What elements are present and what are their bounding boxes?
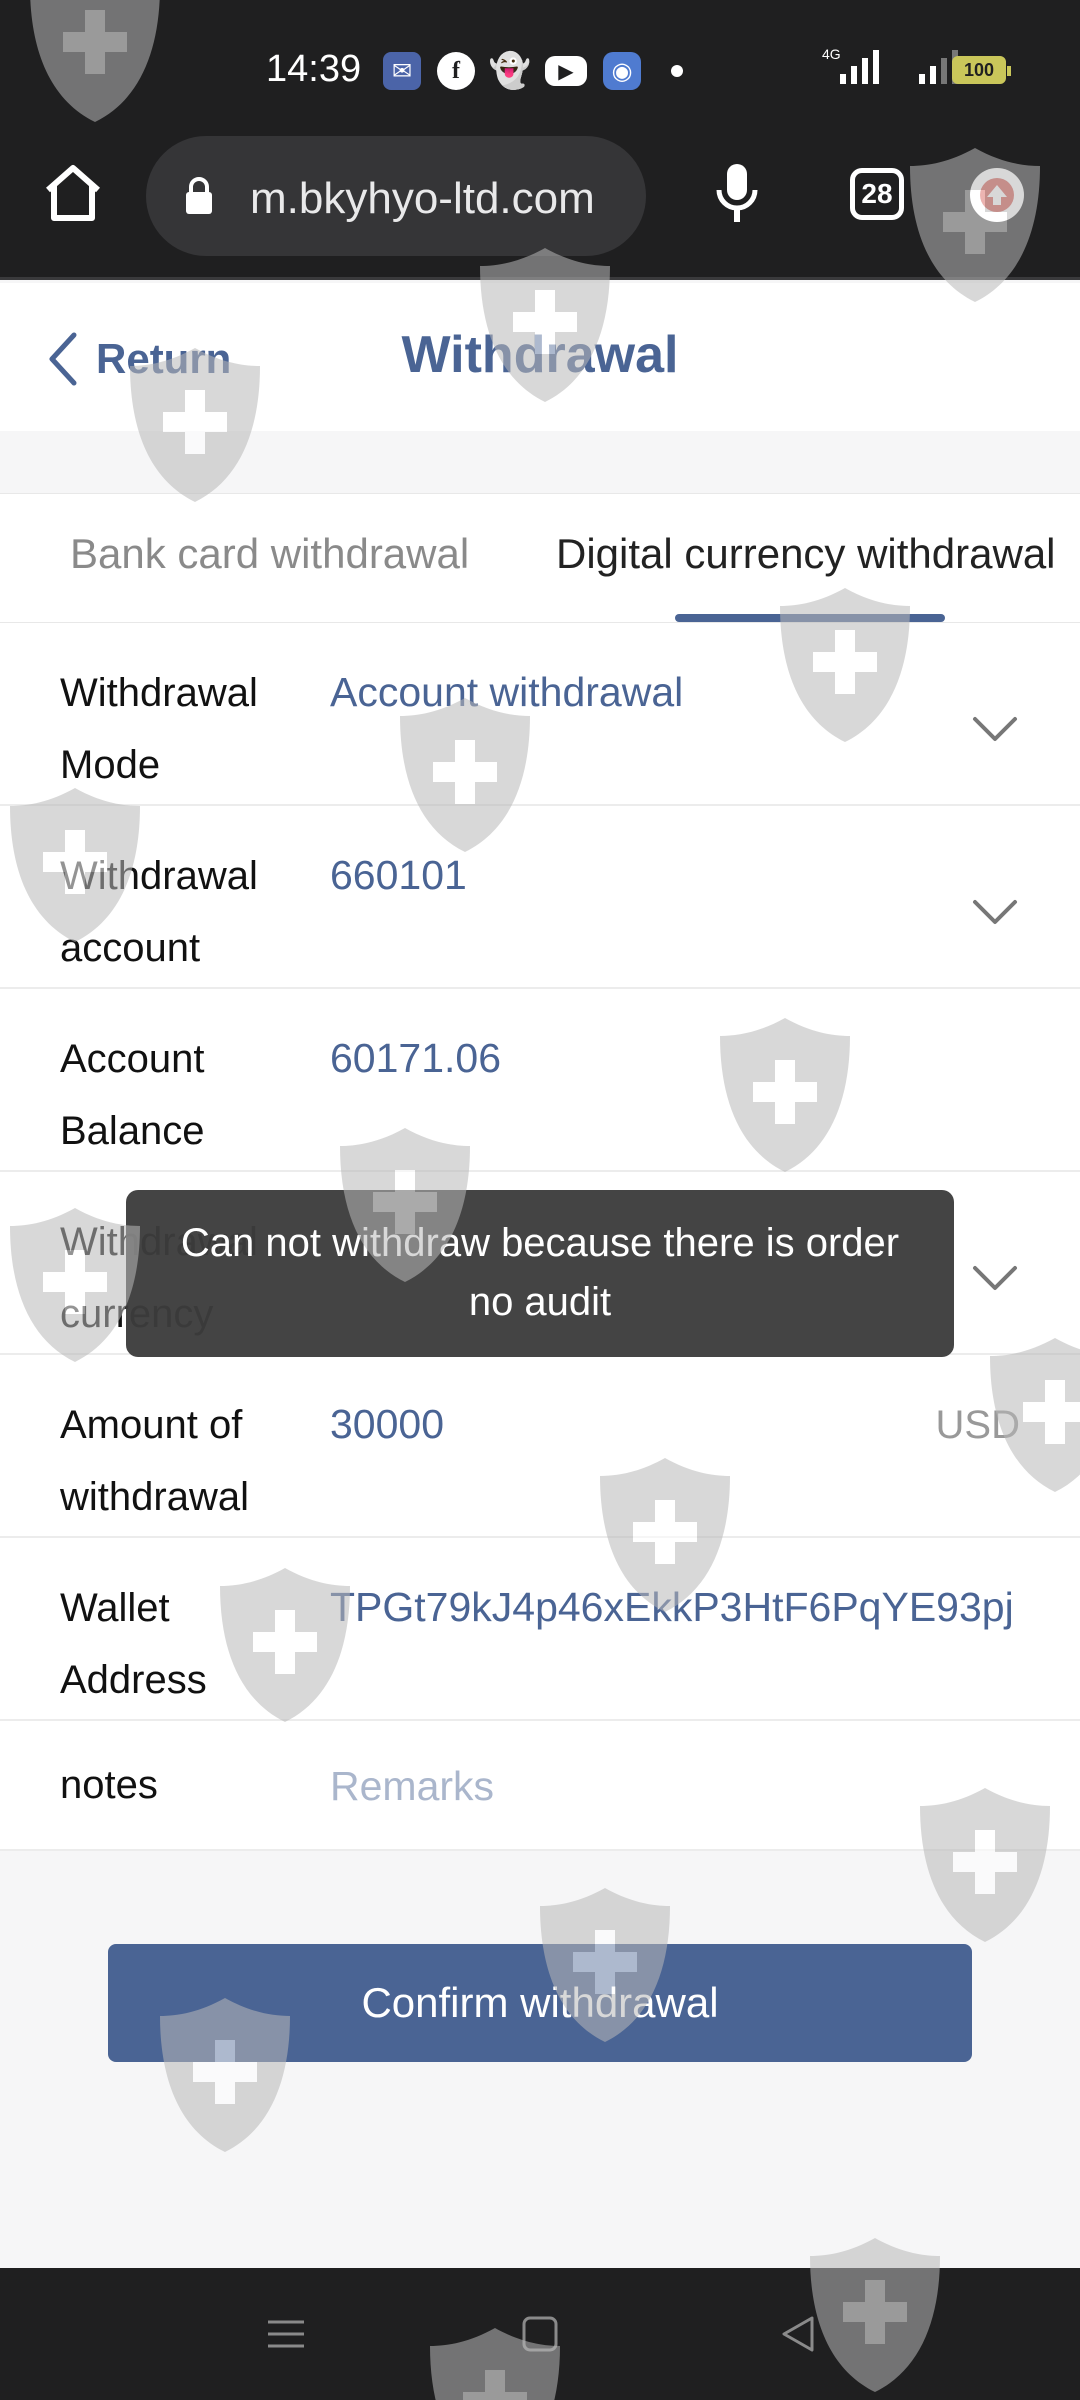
profile-avatar-icon[interactable] <box>970 168 1024 222</box>
chevron-down-icon[interactable] <box>972 1264 1018 1292</box>
snapchat-icon: 👻 <box>488 52 532 90</box>
withdrawal-account-row[interactable]: Withdrawal account 660101 <box>0 806 1080 989</box>
page-title: Withdrawal <box>401 326 679 384</box>
withdrawal-tabs: Bank card withdrawal Digital currency wi… <box>0 493 1080 623</box>
microphone-icon[interactable] <box>712 160 762 226</box>
withdrawal-amount-input[interactable]: 30000 <box>330 1401 444 1448</box>
tab-digital-currency[interactable]: Digital currency withdrawal <box>556 530 1056 578</box>
signal-indicators: 4G <box>822 46 958 84</box>
notes-row: notes Remarks <box>0 1721 1080 1851</box>
status-time: 14:39 <box>266 48 362 90</box>
active-tab-indicator <box>675 614 945 622</box>
url-text: m.bkyhyo-ltd.com <box>250 174 595 223</box>
signal-icon <box>840 50 879 84</box>
confirm-withdrawal-button[interactable]: Confirm withdrawal <box>108 1944 972 2062</box>
tab-switcher-button[interactable]: 28 <box>850 168 904 220</box>
back-nav-icon[interactable] <box>774 2310 822 2358</box>
chevron-down-icon[interactable] <box>972 898 1018 926</box>
address-bar[interactable]: m.bkyhyo-ltd.com <box>146 136 646 256</box>
notes-input[interactable]: Remarks <box>330 1763 494 1810</box>
browser-app-icon: ◉ <box>603 52 641 90</box>
withdrawal-amount-label: Amount of withdrawal <box>60 1403 249 1519</box>
withdrawal-amount-row: Amount of withdrawal 30000 USD <box>0 1355 1080 1538</box>
page-header: Return Withdrawal <box>0 283 1080 431</box>
lock-icon <box>186 177 212 214</box>
upload-arrow-icon <box>980 178 1014 212</box>
account-balance-label: Account Balance <box>60 1037 205 1153</box>
wallet-address-row: Wallet Address TPGt79kJ4p46xEkkP3HtF6PqY… <box>0 1538 1080 1721</box>
home-icon[interactable] <box>40 160 106 226</box>
notes-label: notes <box>60 1763 158 1807</box>
menu-icon[interactable] <box>262 2310 310 2358</box>
wallet-address-label: Wallet Address <box>60 1586 207 1702</box>
error-toast: Can not withdraw because there is order … <box>126 1190 954 1357</box>
withdrawal-mode-select[interactable]: Account withdrawal <box>330 669 683 716</box>
facebook-icon: f <box>437 52 475 90</box>
tab-bank-card[interactable]: Bank card withdrawal <box>70 530 469 578</box>
chevron-down-icon[interactable] <box>972 715 1018 743</box>
status-bar: 14:39 ✉ f 👻 ▶ ◉ 4G 100 <box>0 0 1080 130</box>
chat-app-icon: ✉ <box>383 52 421 90</box>
withdrawal-mode-label: Withdrawal Mode <box>60 671 258 787</box>
withdrawal-account-select[interactable]: 660101 <box>330 852 467 899</box>
withdrawal-mode-row[interactable]: Withdrawal Mode Account withdrawal <box>0 623 1080 806</box>
home-nav-icon[interactable] <box>516 2310 564 2358</box>
wallet-address-input[interactable]: TPGt79kJ4p46xEkkP3HtF6PqYE93pj <box>330 1584 1020 1631</box>
withdrawal-account-label: Withdrawal account <box>60 854 258 970</box>
system-nav-bar <box>0 2268 1080 2400</box>
account-balance-row: Account Balance 60171.06 <box>0 989 1080 1172</box>
battery-icon: 100 <box>952 56 1011 84</box>
currency-unit: USD <box>935 1403 1020 1447</box>
notification-icons: ✉ f 👻 ▶ ◉ <box>383 52 683 90</box>
network-type: 4G <box>822 46 841 62</box>
account-balance-value: 60171.06 <box>330 1035 502 1081</box>
browser-toolbar: m.bkyhyo-ltd.com 28 <box>0 130 1080 280</box>
youtube-icon: ▶ <box>545 56 587 86</box>
more-notifications-icon <box>671 65 683 77</box>
